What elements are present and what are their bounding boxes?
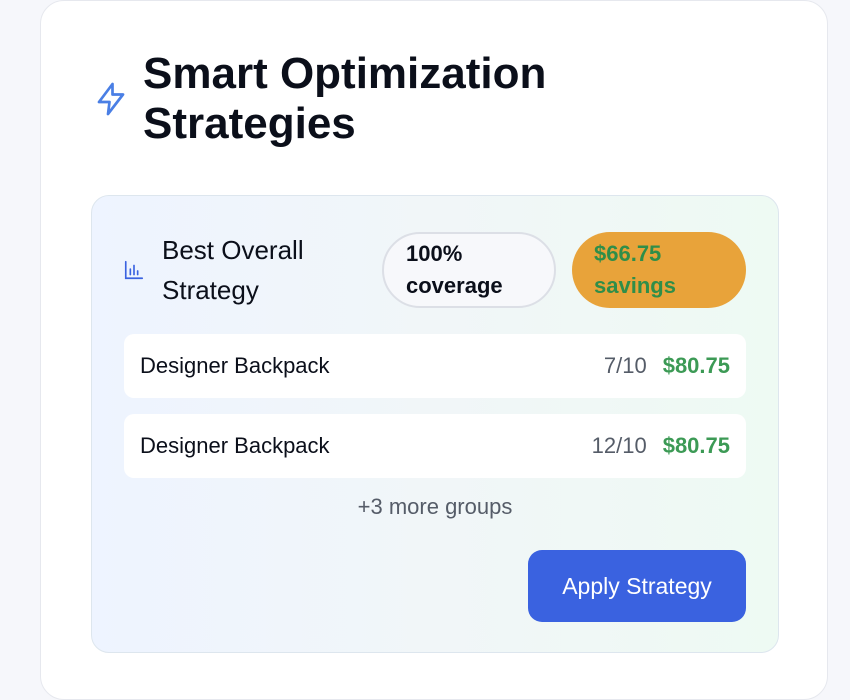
- strategy-title: Best Overall Strategy: [162, 235, 304, 305]
- group-ratio: 12/10: [591, 433, 647, 458]
- group-name: Designer Backpack: [140, 353, 330, 378]
- group-price: $80.75: [662, 353, 730, 378]
- bar-chart-icon: [122, 258, 146, 282]
- section-header: Smart Optimization Strategies: [91, 49, 663, 149]
- savings-badge: $66.75 savings: [572, 232, 746, 308]
- group-price: $80.75: [662, 433, 730, 458]
- group-row: Designer Backpack 7/10 $80.75: [124, 334, 746, 398]
- group-ratio: 7/10: [603, 353, 647, 378]
- group-row: Designer Backpack 12/10 $80.75: [124, 414, 746, 478]
- more-groups-text: +3 more groups: [357, 494, 513, 519]
- strategy-header: Best Overall Strategy: [122, 230, 362, 310]
- coverage-badge: 100% coverage: [382, 232, 556, 308]
- best-strategy-panel: Best Overall Strategy 100% coverage $66.…: [91, 195, 779, 653]
- group-name: Designer Backpack: [140, 433, 330, 458]
- section-title: Smart Optimization Strategies: [143, 49, 547, 148]
- optimization-card: Smart Optimization Strategies Best Overa…: [40, 0, 828, 700]
- apply-strategy-button[interactable]: Apply Strategy: [528, 550, 746, 622]
- lightning-bolt-icon: [91, 79, 131, 119]
